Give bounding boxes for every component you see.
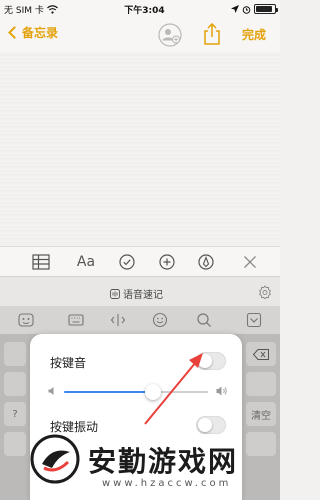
watermark-logo — [30, 434, 80, 484]
watermark-url: www.hzaccw.com — [102, 478, 232, 489]
annotation-arrow — [144, 353, 203, 425]
watermark-title: 安勤游戏网 — [88, 445, 239, 478]
